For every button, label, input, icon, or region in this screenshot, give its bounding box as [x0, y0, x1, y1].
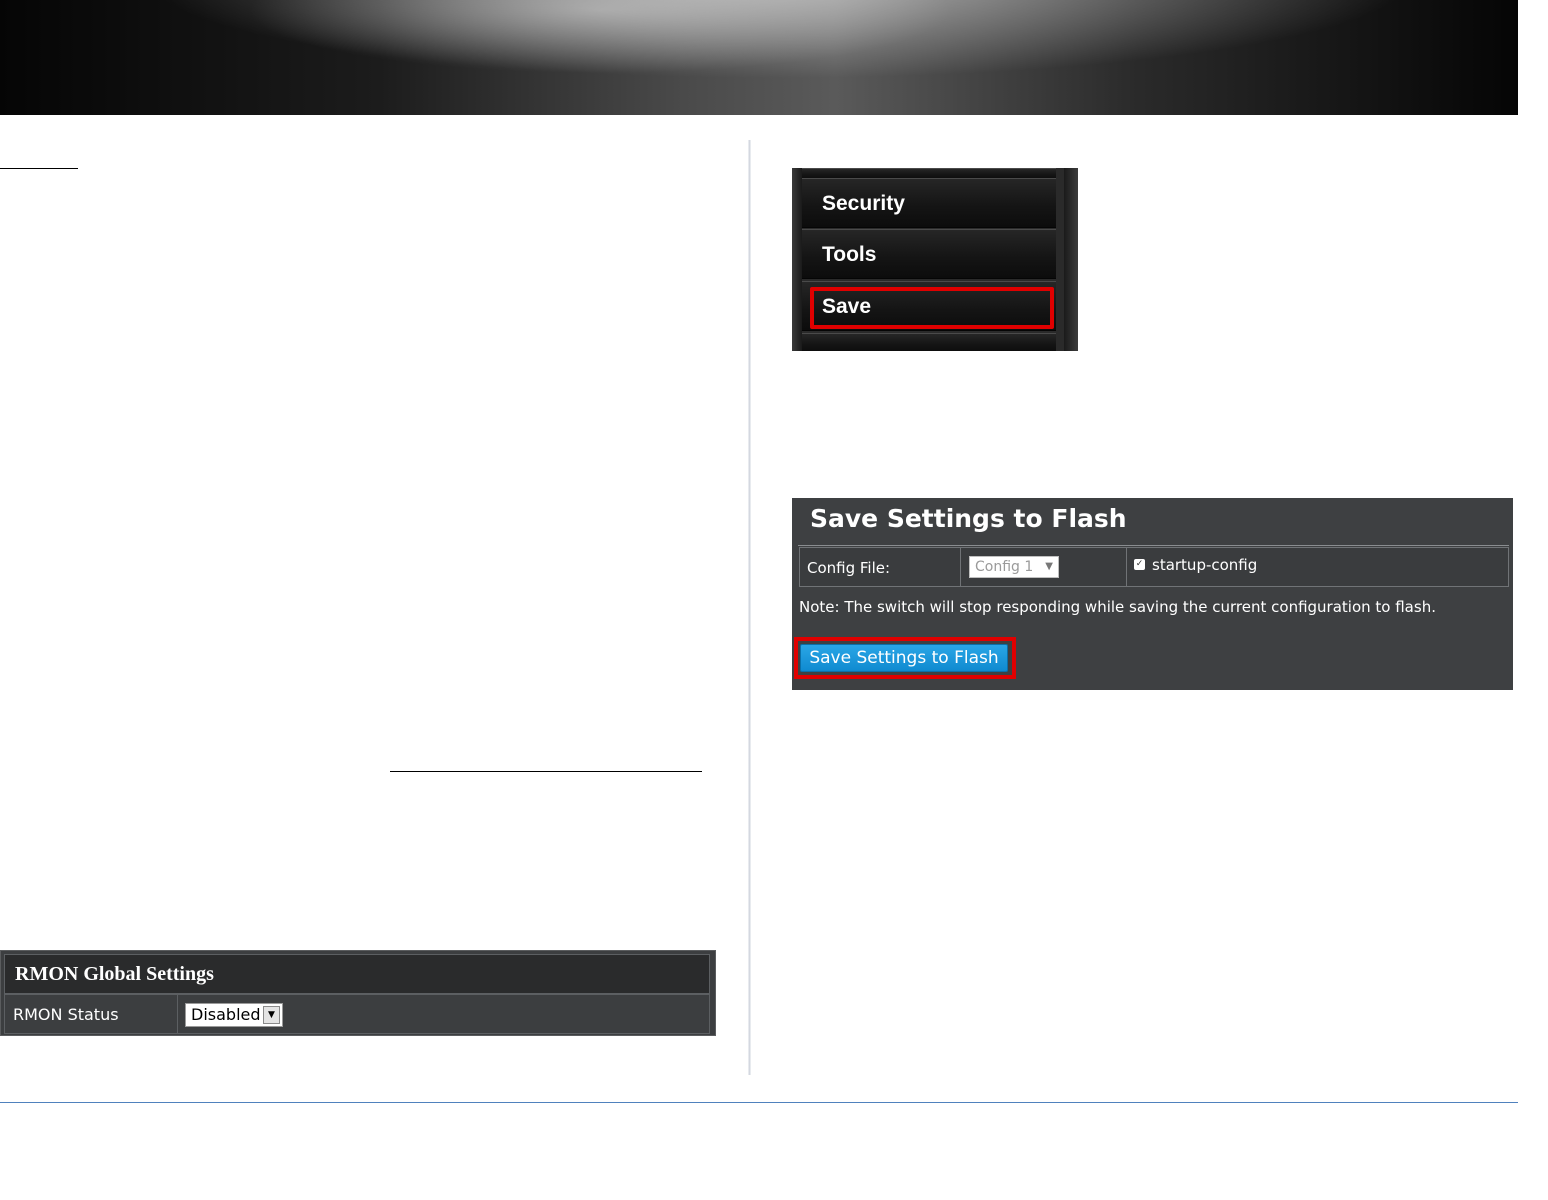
rmon-status-select[interactable]: Disabled ▼: [185, 1003, 283, 1027]
chevron-down-icon: ▼: [1045, 561, 1053, 572]
config-select-value: Config 1: [975, 559, 1034, 575]
rmon-status-label: RMON Status: [13, 1005, 119, 1024]
banner-margin: [1518, 0, 1548, 115]
chevron-down-icon: ▼: [263, 1006, 280, 1024]
menu-item-security[interactable]: Security: [802, 178, 1056, 228]
config-file-select[interactable]: Config 1 ▼: [969, 556, 1059, 578]
link-underline: [390, 771, 702, 772]
footer-rule: [0, 1102, 1518, 1103]
config-select-cell: Config 1 ▼: [961, 548, 1127, 586]
menu-frame-right: [1064, 168, 1078, 351]
menu-item-label: Security: [822, 192, 905, 215]
rmon-status-row: RMON Status Disabled ▼: [4, 994, 710, 1034]
row-divider: [177, 995, 178, 1033]
menu-screenshot: Security Tools Save: [792, 168, 1078, 351]
menu-item-label: Tools: [822, 243, 877, 266]
rmon-panel: RMON Global Settings RMON Status Disable…: [0, 950, 716, 1036]
button-highlight-box: [794, 637, 1016, 679]
save-settings-panel: Save Settings to Flash Config File: Conf…: [792, 498, 1513, 690]
heading-underline: [0, 168, 78, 169]
title-divider: [798, 545, 1509, 546]
config-file-label: Config File:: [807, 559, 891, 577]
rmon-title: RMON Global Settings: [15, 963, 214, 985]
startup-config-label: startup-config: [1152, 556, 1258, 574]
rmon-status-value: Disabled: [191, 1005, 261, 1024]
save-note: Note: The switch will stop responding wh…: [799, 598, 1436, 616]
save-highlight-box: [810, 287, 1054, 329]
menu-item-partial-bottom: [802, 333, 1056, 351]
startup-config-checkbox[interactable]: ✓: [1134, 559, 1145, 570]
column-divider: [748, 140, 751, 1075]
config-file-row: Config File: Config 1 ▼ ✓ startup-config: [799, 547, 1509, 587]
startup-config-cell: ✓ startup-config: [1127, 548, 1508, 586]
menu-item-tools[interactable]: Tools: [802, 229, 1056, 279]
menu-frame-left: [792, 168, 802, 351]
config-label-cell: Config File:: [800, 548, 961, 586]
header-banner: [0, 0, 1518, 115]
rmon-header: RMON Global Settings: [4, 954, 710, 994]
panel-title: Save Settings to Flash: [810, 504, 1127, 533]
